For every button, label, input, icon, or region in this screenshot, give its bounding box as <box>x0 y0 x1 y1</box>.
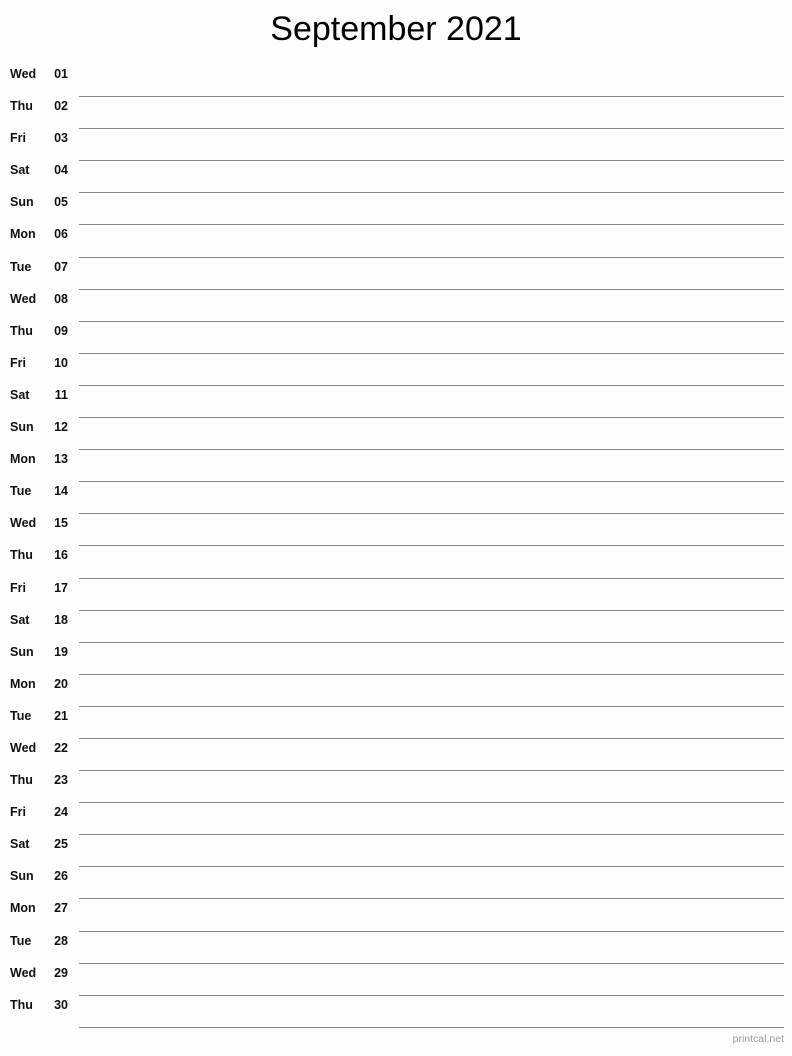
day-row[interactable]: Wed 01 <box>0 65 792 98</box>
day-number-label: 12 <box>54 420 68 435</box>
day-number-label: 28 <box>54 933 68 948</box>
day-row[interactable]: Sun 19 <box>0 643 792 675</box>
day-row[interactable]: Tue 07 <box>0 258 792 290</box>
day-number-label: 17 <box>54 580 68 595</box>
day-number-label: 16 <box>54 548 68 563</box>
day-number-label: 25 <box>54 837 68 852</box>
day-number-label: 27 <box>54 901 68 916</box>
day-number-label: 19 <box>54 644 68 659</box>
calendar-page: September 2021 Wed 01 Thu 02 Fri 03 Sat 04 Sun 05… <box>0 0 792 1056</box>
day-row-list: Wed 01 Thu 02 Fri 03 Sat 04 Sun 05 Mon 06 Tue 07 Wed 08… <box>0 65 792 1028</box>
day-row[interactable]: Mon 20 <box>0 675 792 707</box>
day-row[interactable]: Mon 06 <box>0 225 792 258</box>
day-number-label: 11 <box>54 387 68 402</box>
day-row[interactable]: Thu 30 <box>0 996 792 1028</box>
day-row[interactable]: Sat 11 <box>0 386 792 419</box>
day-row[interactable]: Wed 22 <box>0 739 792 772</box>
day-number-label: 09 <box>54 323 68 338</box>
day-number-label: 30 <box>54 997 68 1012</box>
day-row[interactable]: Wed 29 <box>0 964 792 996</box>
day-row[interactable]: Tue 14 <box>0 482 792 515</box>
day-row[interactable]: Thu 09 <box>0 322 792 354</box>
day-number-label: 01 <box>54 67 68 81</box>
day-row[interactable]: Fri 24 <box>0 803 792 836</box>
day-number-label: 10 <box>54 355 68 370</box>
writing-rule-line[interactable] <box>79 1026 784 1028</box>
day-row[interactable]: Mon 27 <box>0 899 792 932</box>
day-number-label: 24 <box>54 805 68 820</box>
day-row[interactable]: Wed 08 <box>0 290 792 322</box>
day-row[interactable]: Fri 10 <box>0 354 792 386</box>
day-row[interactable]: Sun 12 <box>0 418 792 451</box>
day-row[interactable]: Sat 04 <box>0 161 792 194</box>
day-row[interactable]: Sat 25 <box>0 835 792 868</box>
day-row[interactable]: Sun 26 <box>0 867 792 900</box>
day-number-label: 21 <box>54 708 68 723</box>
day-number-label: 23 <box>54 773 68 788</box>
day-row[interactable]: Fri 03 <box>0 129 792 162</box>
day-row[interactable]: Thu 23 <box>0 771 792 804</box>
day-row[interactable]: Wed 15 <box>0 514 792 547</box>
day-row[interactable]: Tue 21 <box>0 707 792 739</box>
day-row[interactable]: Thu 02 <box>0 97 792 130</box>
day-number-label: 04 <box>54 163 68 178</box>
day-row[interactable]: Fri 17 <box>0 579 792 611</box>
day-number-label: 05 <box>54 195 68 210</box>
day-number-label: 02 <box>54 99 68 114</box>
day-row[interactable]: Sat 18 <box>0 611 792 643</box>
day-number-label: 26 <box>54 869 68 884</box>
day-number-label: 18 <box>54 612 68 627</box>
day-row[interactable]: Mon 13 <box>0 450 792 483</box>
day-number-label: 29 <box>54 965 68 980</box>
footer-credit: printcal.net <box>732 1033 784 1045</box>
day-number-label: 08 <box>54 291 68 306</box>
day-number-label: 20 <box>54 676 68 691</box>
day-number-label: 15 <box>54 516 68 531</box>
day-row[interactable]: Sun 05 <box>0 193 792 226</box>
day-row[interactable]: Thu 16 <box>0 546 792 579</box>
day-number-label: 07 <box>54 259 68 274</box>
day-number-label: 13 <box>54 452 68 467</box>
day-row[interactable]: Tue 28 <box>0 932 792 964</box>
day-number-label: 06 <box>54 227 68 242</box>
day-number-label: 22 <box>54 740 68 755</box>
page-title: September 2021 <box>270 10 522 48</box>
day-number-label: 14 <box>54 484 68 499</box>
day-number-label: 03 <box>54 131 68 146</box>
